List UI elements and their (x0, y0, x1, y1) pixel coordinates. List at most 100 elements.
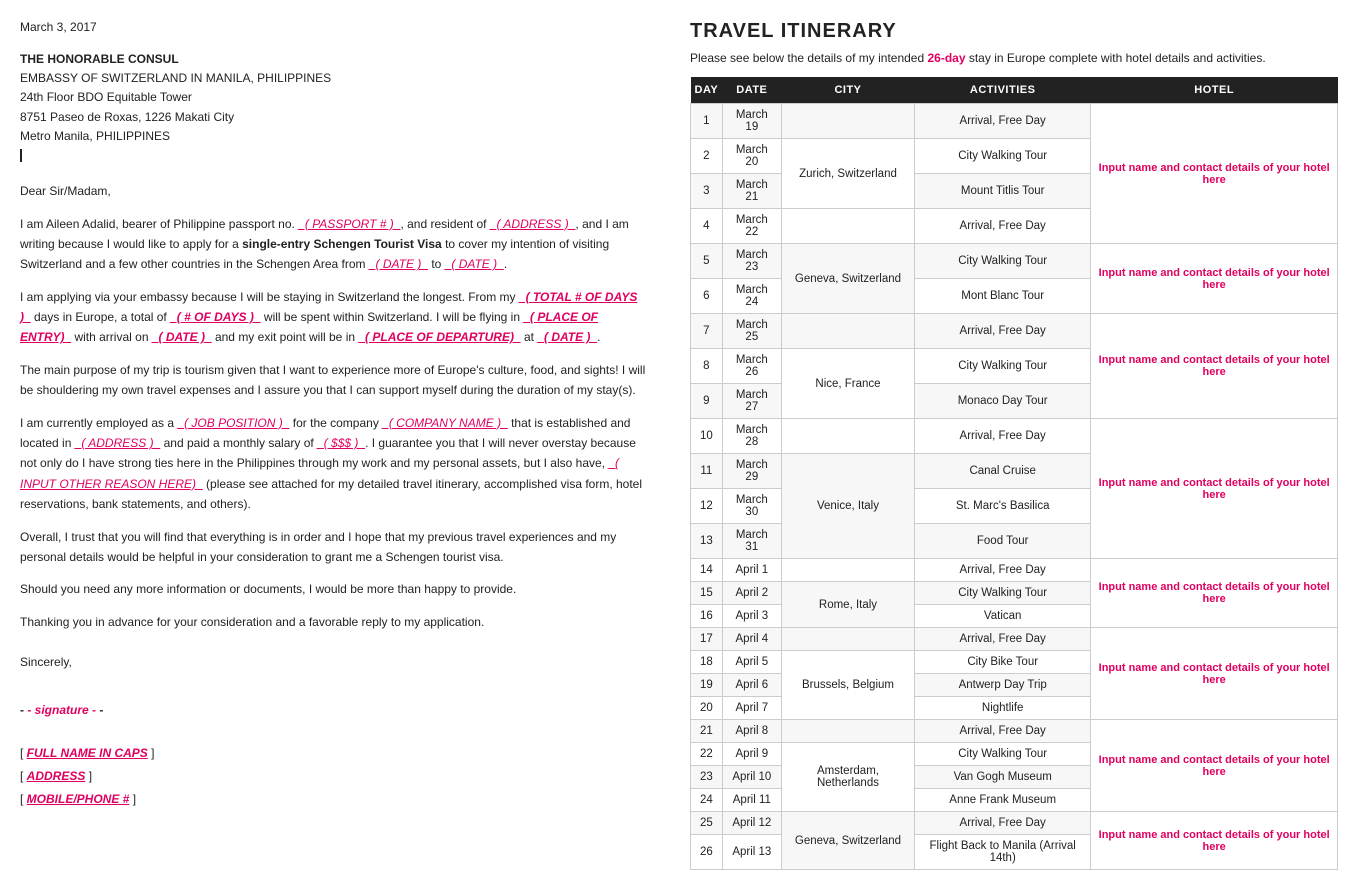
recipient-line4: Metro Manila, PHILIPPINES (20, 127, 650, 146)
cell-activity: Arrival, Free Day (915, 419, 1091, 454)
paragraph-5: Overall, I trust that you will find that… (20, 527, 650, 568)
cell-activity: Nightlife (915, 697, 1091, 720)
p1-date1: _( DATE )_ (369, 257, 428, 271)
cell-hotel: Input name and contact details of your h… (1091, 720, 1338, 812)
recipient-line1: EMBASSY OF SWITZERLAND IN MANILA, PHILIP… (20, 69, 650, 88)
p2-departure: _( PLACE OF DEPARTURE)_ (358, 330, 520, 344)
p4-company: _( COMPANY NAME )_ (382, 416, 508, 430)
cell-hotel: Input name and contact details of your h… (1091, 628, 1338, 720)
cell-activity: Mont Blanc Tour (915, 279, 1091, 314)
p1-a: I am Aileen Adalid, bearer of Philippine… (20, 217, 298, 231)
cell-day: 21 (691, 720, 723, 743)
cell-day: 6 (691, 279, 723, 314)
p2-d: with arrival on (71, 330, 152, 344)
footer-address-bracket-close: ] (85, 769, 92, 783)
cell-date: April 1 (722, 559, 781, 582)
table-row: 7March 25Arrival, Free DayInput name and… (691, 314, 1338, 349)
cell-day: 22 (691, 743, 723, 766)
cell-date: March 21 (722, 174, 781, 209)
cell-hotel: Input name and contact details of your h… (1091, 419, 1338, 559)
recipient-address: THE HONORABLE CONSUL EMBASSY OF SWITZERL… (20, 50, 650, 165)
p2-date: _( DATE )_ (152, 330, 212, 344)
col-hotel: HOTEL (1091, 77, 1338, 104)
p4-job: _( JOB POSITION )_ (177, 416, 289, 430)
p1-date2: _( DATE )_ (445, 257, 504, 271)
paragraph-4: I am currently employed as a _( JOB POSI… (20, 413, 650, 515)
p4-address: _( ADDRESS )_ (75, 436, 161, 450)
cell-activity: City Walking Tour (915, 743, 1091, 766)
cell-day: 3 (691, 174, 723, 209)
footer-phone-bracket-close: ] (129, 792, 136, 806)
itinerary-section: TRAVEL ITINERARY Please see below the de… (690, 20, 1338, 870)
cell-city (781, 720, 914, 743)
cell-date: March 27 (722, 384, 781, 419)
cell-date: April 13 (722, 835, 781, 870)
paragraph-2: I am applying via your embassy because I… (20, 287, 650, 348)
cell-day: 18 (691, 651, 723, 674)
signature-block: Sincerely, - - signature - - (20, 650, 650, 722)
p1-b: , and resident of (400, 217, 489, 231)
table-header-row: DAY DATE CITY ACTIVITIES HOTEL (691, 77, 1338, 104)
cell-city (781, 209, 914, 244)
cell-date: March 28 (722, 419, 781, 454)
cell-date: April 3 (722, 605, 781, 628)
cell-date: March 22 (722, 209, 781, 244)
cell-activity: Vatican (915, 605, 1091, 628)
salutation: Dear Sir/Madam, (20, 181, 650, 201)
cell-activity: Van Gogh Museum (915, 766, 1091, 789)
cell-date: April 5 (722, 651, 781, 674)
cell-city (781, 104, 914, 139)
cursor-indicator (20, 146, 650, 165)
cell-date: March 26 (722, 349, 781, 384)
cell-date: April 12 (722, 812, 781, 835)
cell-date: March 25 (722, 314, 781, 349)
p1-bold: single-entry Schengen Tourist Visa (242, 237, 442, 251)
cell-activity: Flight Back to Manila (Arrival 14th) (915, 835, 1091, 870)
cell-activity: Arrival, Free Day (915, 628, 1091, 651)
cell-day: 7 (691, 314, 723, 349)
signature-line: - - signature - - (20, 698, 650, 722)
subtitle-b: stay in Europe complete with hotel detai… (966, 51, 1266, 65)
cell-activity: Arrival, Free Day (915, 559, 1091, 582)
cell-activity: Arrival, Free Day (915, 104, 1091, 139)
cell-day: 9 (691, 384, 723, 419)
p1-address: _( ADDRESS )_ (490, 217, 576, 231)
cell-date: March 20 (722, 139, 781, 174)
cell-activity: Antwerp Day Trip (915, 674, 1091, 697)
cell-day: 17 (691, 628, 723, 651)
cell-day: 23 (691, 766, 723, 789)
cell-activity: Arrival, Free Day (915, 314, 1091, 349)
table-row: 1March 19Arrival, Free DayInput name and… (691, 104, 1338, 139)
cell-day: 25 (691, 812, 723, 835)
col-day: DAY (691, 77, 723, 104)
cell-city (781, 419, 914, 454)
cell-city (781, 628, 914, 651)
cell-activity: Canal Cruise (915, 454, 1091, 489)
cell-date: April 9 (722, 743, 781, 766)
cell-hotel: Input name and contact details of your h… (1091, 559, 1338, 628)
p2-e: and my exit point will be in (212, 330, 359, 344)
paragraph-7: Thanking you in advance for your conside… (20, 612, 650, 632)
cell-city (781, 559, 914, 582)
recipient-title: THE HONORABLE CONSUL (20, 50, 650, 69)
itinerary-title: TRAVEL ITINERARY (690, 20, 1338, 43)
p2-f: at (521, 330, 538, 344)
paragraph-1: I am Aileen Adalid, bearer of Philippine… (20, 214, 650, 275)
itinerary-subtitle: Please see below the details of my inten… (690, 51, 1338, 65)
cell-date: March 24 (722, 279, 781, 314)
cell-city: Brussels, Belgium (781, 651, 914, 720)
p2-a: I am applying via your embassy because I… (20, 290, 519, 304)
cell-day: 13 (691, 524, 723, 559)
cell-day: 14 (691, 559, 723, 582)
cell-date: April 2 (722, 582, 781, 605)
cell-day: 26 (691, 835, 723, 870)
cell-day: 2 (691, 139, 723, 174)
cell-hotel: Input name and contact details of your h… (1091, 244, 1338, 314)
cell-activity: Arrival, Free Day (915, 720, 1091, 743)
cell-date: March 31 (722, 524, 781, 559)
footer-phone-bracket-open: [ (20, 792, 27, 806)
col-activities: ACTIVITIES (915, 77, 1091, 104)
cell-activity: Food Tour (915, 524, 1091, 559)
subtitle-a: Please see below the details of my inten… (690, 51, 927, 65)
footer-address: ADDRESS (27, 769, 86, 783)
